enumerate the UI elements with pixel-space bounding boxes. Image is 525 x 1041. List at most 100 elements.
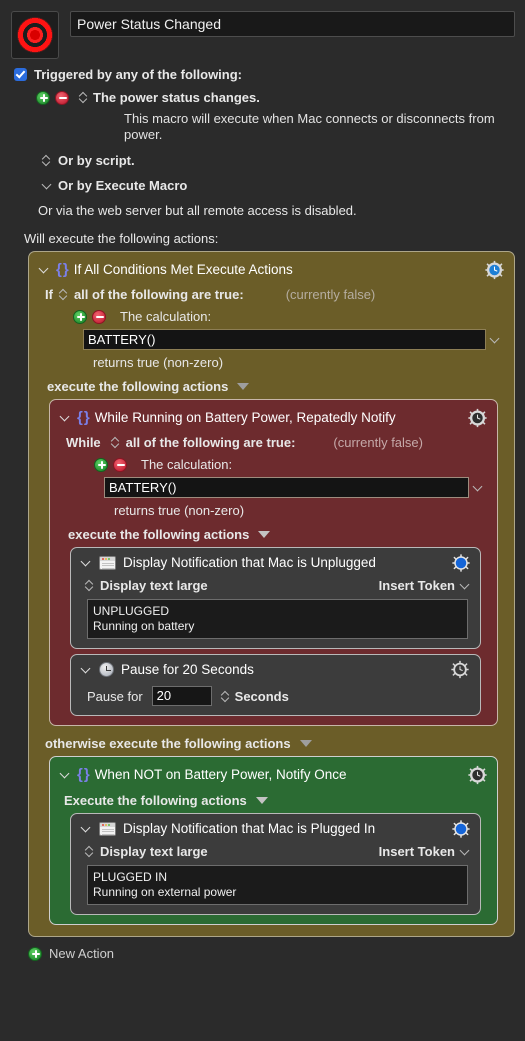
else-block-header[interactable]: { } When NOT on Battery Power, Notify On…	[58, 764, 489, 785]
or-by-execute-macro-label: Or by Execute Macro	[58, 178, 188, 193]
disclosure-triangle-icon[interactable]	[60, 412, 71, 423]
action-pause: Pause for 20 Seconds Pause for 20 Second…	[70, 654, 481, 716]
pause-units-label: Seconds	[234, 688, 289, 704]
otherwise-execute-label: otherwise execute the following actions	[45, 736, 291, 751]
display-mode-label: Display text large	[100, 844, 208, 859]
while-word-label: While	[66, 435, 101, 450]
disclosure-triangle-icon[interactable]	[81, 557, 92, 568]
triggered-by-checkbox[interactable]	[14, 68, 27, 81]
while-calculation-field-row: BATTERY()	[58, 477, 489, 498]
insert-token-button[interactable]: Insert Token	[379, 844, 469, 859]
while-execute-actions-row[interactable]: execute the following actions	[58, 527, 489, 542]
pause-units-stepper-icon[interactable]	[221, 690, 230, 703]
while-calculation-label: The calculation:	[141, 457, 233, 472]
triangle-down-icon[interactable]	[237, 383, 250, 390]
while-calculation-input[interactable]: BATTERY()	[104, 477, 469, 498]
action-options-row: Display text large Insert Token	[79, 844, 472, 859]
while-block-header[interactable]: { } While Running on Battery Power, Repa…	[58, 407, 489, 428]
action-header[interactable]: Pause for 20 Seconds	[79, 660, 472, 679]
remove-while-condition-button[interactable]	[113, 457, 127, 472]
if-all-conditions-container: { } If All Conditions Met Execute Action…	[28, 251, 515, 937]
when-not-battery-container: { } When NOT on Battery Power, Notify On…	[49, 756, 498, 925]
disclosure-triangle-icon[interactable]	[39, 264, 50, 275]
notification-text-line1: UNPLUGGED	[93, 604, 170, 618]
notification-text-line2: Running on battery	[93, 619, 195, 633]
chevron-down-icon[interactable]	[460, 581, 469, 590]
if-returns-label: returns true (non-zero)	[93, 355, 224, 370]
action-gear-icon[interactable]	[451, 660, 470, 679]
disclosure-triangle-icon[interactable]	[81, 823, 92, 834]
pause-duration-input[interactable]: 20	[151, 686, 212, 706]
chevron-down-icon[interactable]	[460, 847, 469, 856]
triangle-down-icon[interactable]	[258, 531, 271, 538]
remove-condition-button[interactable]	[92, 309, 106, 324]
else-block-title: When NOT on Battery Power, Notify Once	[94, 767, 347, 782]
control-flow-braces-icon: { }	[77, 409, 90, 426]
chevron-down-icon[interactable]	[42, 181, 51, 190]
else-execute-label: Execute the following actions	[64, 793, 247, 808]
macro-name-input[interactable]: Power Status Changed	[70, 11, 515, 37]
notification-text-input[interactable]: UNPLUGGED Running on battery	[87, 599, 468, 639]
pause-for-label: Pause for	[87, 688, 143, 704]
while-calculation-dropdown[interactable]	[469, 483, 487, 492]
else-execute-actions-row[interactable]: Execute the following actions	[58, 793, 489, 808]
triggered-by-row[interactable]: Triggered by any of the following:	[14, 67, 515, 82]
remove-trigger-button[interactable]	[55, 90, 69, 105]
while-execute-label: execute the following actions	[68, 527, 250, 542]
action-display-notification-unplugged: Display Notification that Mac is Unplugg…	[70, 547, 481, 649]
else-block-gear-icon[interactable]	[468, 765, 487, 784]
condition-mode-stepper-icon[interactable]	[59, 288, 68, 301]
if-block-gear-icon[interactable]	[485, 260, 504, 279]
script-stepper-icon[interactable]	[42, 154, 51, 167]
if-execute-actions-row[interactable]: execute the following actions	[37, 379, 506, 394]
triangle-down-icon[interactable]	[299, 740, 312, 747]
macro-icon-well[interactable]	[11, 11, 59, 59]
notification-text-input[interactable]: PLUGGED IN Running on external power	[87, 865, 468, 905]
notification-text-line1: PLUGGED IN	[93, 870, 168, 884]
if-current-state: (currently false)	[285, 287, 376, 302]
trigger-description: This macro will execute when Mac connect…	[124, 111, 495, 142]
trigger-type-stepper-icon[interactable]	[79, 91, 88, 104]
bullseye-record-icon	[17, 17, 53, 53]
or-by-execute-macro-row[interactable]: Or by Execute Macro	[14, 178, 515, 193]
pause-duration-row: Pause for 20 Seconds	[79, 686, 472, 706]
while-condition-row: While all of the following are true: (cu…	[58, 435, 489, 450]
or-by-script-label: Or by script.	[58, 153, 135, 168]
new-action-button[interactable]: New Action	[0, 937, 525, 961]
display-mode-stepper-icon[interactable]	[85, 579, 94, 592]
disclosure-triangle-icon[interactable]	[60, 769, 71, 780]
plus-icon[interactable]	[28, 946, 42, 961]
while-condition-mode-stepper-icon[interactable]	[111, 436, 120, 449]
action-display-notification-plugged-in: Display Notification that Mac is Plugged…	[70, 813, 481, 915]
disclosure-triangle-icon[interactable]	[81, 664, 92, 675]
insert-token-button[interactable]: Insert Token	[379, 578, 469, 593]
if-word-label: If	[45, 287, 53, 302]
while-calculation-row: The calculation:	[58, 457, 489, 472]
add-while-condition-button[interactable]	[94, 457, 108, 472]
while-battery-container: { } While Running on Battery Power, Repa…	[49, 399, 498, 726]
if-calculation-label: The calculation:	[120, 309, 212, 324]
control-flow-braces-icon: { }	[56, 261, 69, 278]
add-condition-button[interactable]	[73, 309, 87, 324]
triangle-down-icon[interactable]	[255, 797, 268, 804]
action-gear-icon[interactable]	[452, 553, 470, 572]
will-execute-label: Will execute the following actions:	[24, 231, 219, 246]
if-calculation-dropdown[interactable]	[486, 335, 504, 344]
if-calculation-input[interactable]: BATTERY()	[83, 329, 486, 350]
notification-window-icon	[99, 821, 116, 836]
clock-icon	[99, 662, 114, 677]
or-by-script-row[interactable]: Or by script.	[14, 153, 515, 168]
otherwise-execute-row[interactable]: otherwise execute the following actions	[37, 736, 506, 751]
action-header[interactable]: Display Notification that Mac is Plugged…	[79, 819, 472, 838]
action-gear-icon[interactable]	[452, 819, 470, 838]
trigger-item-row: The power status changes.	[14, 90, 515, 105]
macro-header: Power Status Changed	[0, 0, 525, 59]
action-header[interactable]: Display Notification that Mac is Unplugg…	[79, 553, 472, 572]
while-block-gear-icon[interactable]	[468, 408, 487, 427]
or-web-server-label: Or via the web server but all remote acc…	[38, 203, 357, 218]
if-block-header[interactable]: { } If All Conditions Met Execute Action…	[37, 259, 506, 280]
display-mode-stepper-icon[interactable]	[85, 845, 94, 858]
if-block-title: If All Conditions Met Execute Actions	[73, 262, 293, 277]
if-calculation-field-row: BATTERY()	[37, 329, 506, 350]
add-trigger-button[interactable]	[36, 90, 50, 105]
